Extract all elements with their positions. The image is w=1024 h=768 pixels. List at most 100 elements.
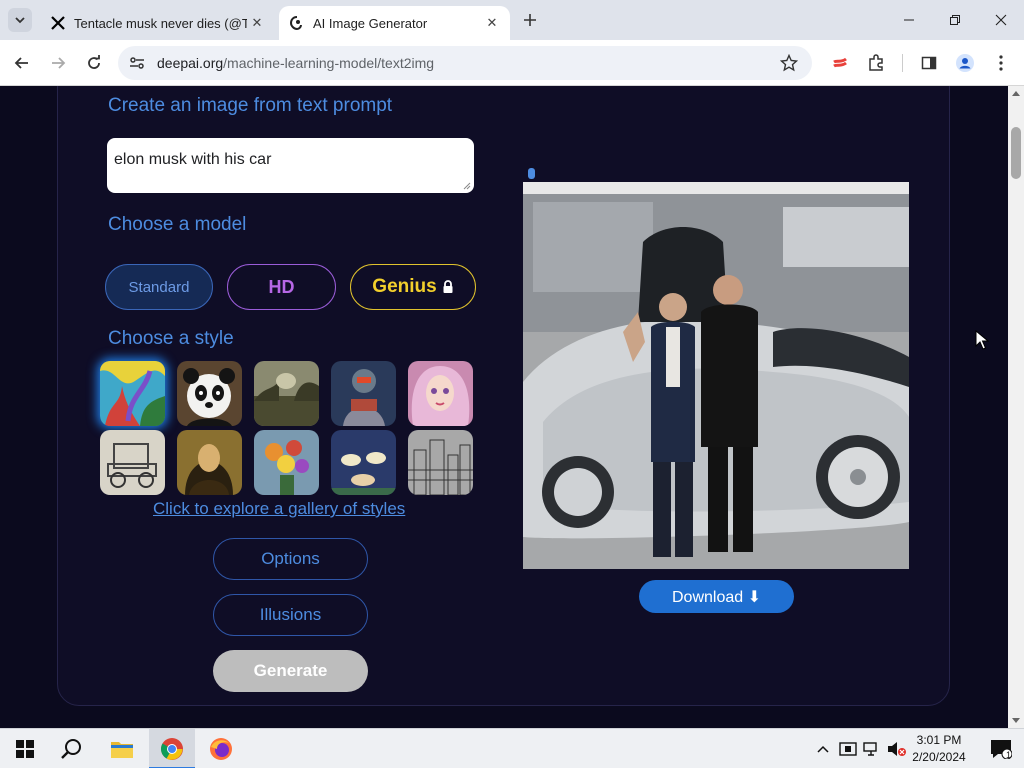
scroll-down-arrow-icon[interactable] [1008, 714, 1024, 728]
style-tile-landscape[interactable] [254, 361, 319, 426]
clock-date: 2/20/2024 [912, 750, 966, 764]
close-icon [995, 14, 1007, 26]
gallery-link[interactable]: Click to explore a gallery of styles [153, 499, 405, 519]
minimize-button[interactable] [886, 0, 932, 40]
scrollbar-thumb[interactable] [1011, 127, 1021, 179]
model-genius-button[interactable]: Genius [350, 264, 476, 310]
style-tile-robot[interactable] [331, 361, 396, 426]
arrow-left-icon [14, 57, 28, 69]
chrome-logo-icon [161, 738, 183, 760]
page-scrollbar[interactable] [1008, 86, 1024, 728]
chevron-down-icon [15, 17, 25, 24]
illusions-button[interactable]: Illusions [213, 594, 368, 636]
url-path: /machine-learning-model/text2img [223, 55, 435, 71]
model-hd-label: HD [268, 276, 295, 297]
clock[interactable]: 3:01 PM 2/20/2024 [900, 732, 978, 766]
browser-toolbar: deepai.org/machine-learning-model/text2i… [0, 40, 1024, 86]
tab-strip: Tentacle musk never dies (@Ter ✕ AI Imag… [0, 0, 1024, 40]
firefox-taskbar-button[interactable] [198, 729, 244, 768]
clock-time: 3:01 PM [916, 733, 962, 747]
illusions-label: Illusions [259, 605, 322, 624]
tab-search-button[interactable] [8, 8, 32, 32]
firefox-logo-icon [210, 738, 232, 760]
deepai-logo-icon [289, 15, 305, 31]
tab-title: Tentacle musk never dies (@Ter [74, 15, 247, 31]
side-panel-icon [921, 56, 937, 70]
model-genius-label: Genius [372, 276, 437, 297]
arrow-right-icon [52, 57, 66, 69]
notification-count: 1 [1006, 750, 1012, 760]
extension-button[interactable] [826, 49, 854, 77]
close-icon[interactable]: ✕ [482, 13, 502, 33]
model-hd-button[interactable]: HD [227, 264, 336, 310]
minimize-icon [904, 19, 914, 21]
chrome-menu-button[interactable] [987, 49, 1015, 77]
url-host: deepai.org [157, 55, 224, 71]
reload-icon [88, 55, 100, 69]
bookmark-star-icon[interactable] [779, 53, 799, 77]
style-tile-abstract[interactable] [100, 361, 165, 426]
tab-twitter[interactable]: Tentacle musk never dies (@Ter ✕ [40, 6, 275, 40]
options-label: Options [261, 549, 320, 568]
restore-icon [950, 15, 960, 25]
url-text: deepai.org/machine-learning-model/text2i… [157, 55, 434, 71]
more-vert-icon [999, 55, 1003, 71]
prompt-input[interactable]: elon musk with his car [107, 138, 474, 193]
windows-logo-icon [16, 740, 34, 758]
model-standard-button[interactable]: Standard [105, 264, 213, 310]
avatar-icon [956, 54, 974, 72]
network-icon[interactable] [862, 742, 882, 756]
puzzle-icon [869, 54, 883, 71]
download-button[interactable]: Download ⬇ [639, 580, 794, 613]
style-tile-flowers[interactable] [254, 430, 319, 495]
style-tile-ballet[interactable] [331, 430, 396, 495]
mouse-cursor-icon [975, 330, 989, 350]
lock-icon [443, 280, 453, 293]
style-tile-portrait[interactable] [408, 361, 473, 426]
address-bar[interactable]: deepai.org/machine-learning-model/text2i… [118, 46, 812, 80]
forward-button[interactable] [44, 49, 72, 77]
close-icon[interactable]: ✕ [247, 13, 267, 33]
resize-handle-icon[interactable] [463, 182, 471, 190]
search-button[interactable] [49, 729, 95, 768]
folder-icon [111, 742, 133, 758]
toolbar-divider [902, 54, 903, 72]
style-heading: Choose a style [108, 328, 234, 349]
tab-title: AI Image Generator [313, 15, 428, 31]
style-tile-panda[interactable] [177, 361, 242, 426]
new-tab-button[interactable] [518, 8, 542, 32]
notifications-button[interactable]: 1 [978, 729, 1024, 768]
profile-button[interactable] [951, 49, 979, 77]
restore-button[interactable] [932, 0, 978, 40]
page-viewport: Create an image from text prompt elon mu… [0, 86, 1008, 728]
style-tile-sketch-car[interactable] [100, 430, 165, 495]
model-standard-label: Standard [128, 278, 190, 296]
site-info-icon[interactable] [128, 54, 146, 77]
prompt-heading: Create an image from text prompt [108, 95, 393, 116]
file-explorer-button[interactable] [99, 729, 145, 768]
extension-logo-icon [833, 57, 847, 68]
generated-image[interactable] [523, 182, 909, 569]
scroll-up-arrow-icon[interactable] [1008, 86, 1024, 100]
extensions-menu-button[interactable] [862, 49, 890, 77]
prompt-text: elon musk with his car [114, 151, 272, 168]
tab-ai-image-generator[interactable]: AI Image Generator ✕ [279, 6, 510, 40]
generate-label: Generate [253, 661, 328, 680]
result-indicator [528, 168, 535, 179]
chevron-up-icon[interactable] [814, 745, 832, 753]
style-tile-city-sketch[interactable] [408, 430, 473, 495]
plus-icon [524, 14, 536, 26]
side-panel-button[interactable] [915, 49, 943, 77]
windows-taskbar: 3:01 PM 2/20/2024 1 [0, 728, 1024, 768]
close-window-button[interactable] [978, 0, 1024, 40]
generate-button[interactable]: Generate [213, 650, 368, 692]
reload-button[interactable] [80, 49, 108, 77]
system-tray [814, 729, 908, 768]
chrome-taskbar-button[interactable] [149, 729, 195, 768]
start-button[interactable] [2, 729, 48, 768]
meet-now-icon[interactable] [838, 741, 858, 757]
style-tile-mona-lisa[interactable] [177, 430, 242, 495]
search-icon [61, 739, 81, 759]
back-button[interactable] [8, 49, 36, 77]
options-button[interactable]: Options [213, 538, 368, 580]
